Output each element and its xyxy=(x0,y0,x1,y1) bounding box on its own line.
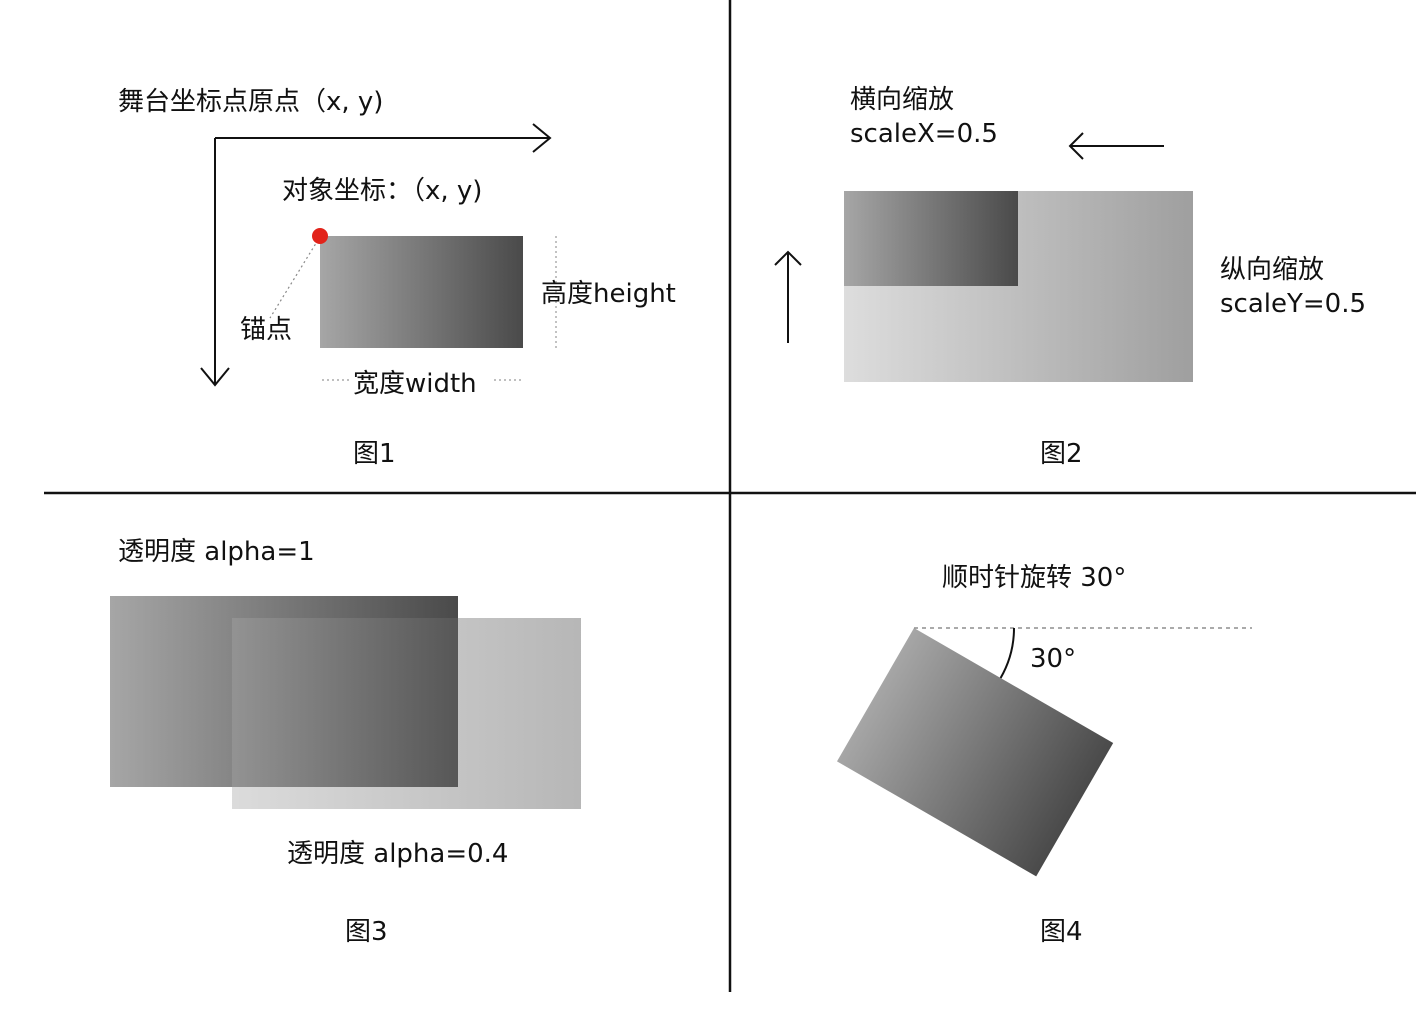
figure-1-caption: 图1 xyxy=(353,439,396,469)
rotation-label: 顺时针旋转 30° xyxy=(942,563,1126,593)
figure-4-caption: 图4 xyxy=(1040,917,1083,947)
figure-3: 透明度 alpha=1 透明度 alpha=0.4 图3 xyxy=(110,537,581,947)
scale-y-value: scaleY=0.5 xyxy=(1220,289,1366,319)
figure-3-caption: 图3 xyxy=(345,917,388,947)
figure-2-caption: 图2 xyxy=(1040,439,1083,469)
scaled-rect xyxy=(844,191,1018,286)
figure-1: 舞台坐标点原点（x, y) 对象坐标：（x, y) 锚点 高度height 宽度… xyxy=(118,87,676,469)
object-coord-label: 对象坐标：（x, y) xyxy=(282,176,482,206)
figure-4: 顺时针旋转 30° 30° 图4 xyxy=(837,563,1252,947)
angle-arc xyxy=(999,627,1015,679)
alpha-04-label: 透明度 alpha=0.4 xyxy=(287,839,508,869)
scale-x-value: scaleX=0.5 xyxy=(850,119,998,149)
stage-origin-label: 舞台坐标点原点（x, y) xyxy=(118,87,383,117)
anchor-label: 锚点 xyxy=(240,315,292,345)
translucent-rect xyxy=(232,618,581,809)
width-label: 宽度width xyxy=(353,369,477,399)
display-object-rect xyxy=(320,236,523,348)
diagram-canvas: 舞台坐标点原点（x, y) 对象坐标：（x, y) 锚点 高度height 宽度… xyxy=(44,0,1416,992)
scale-y-title: 纵向缩放 xyxy=(1220,255,1324,285)
anchor-point xyxy=(312,228,328,244)
anchor-leader-line xyxy=(269,239,319,319)
figure-2: 横向缩放 scaleX=0.5 纵向缩放 scaleY=0.5 图2 xyxy=(774,85,1366,469)
alpha-1-label: 透明度 alpha=1 xyxy=(118,537,315,567)
scale-x-title: 横向缩放 xyxy=(850,85,954,115)
height-label: 高度height xyxy=(541,279,676,309)
angle-label: 30° xyxy=(1030,644,1076,674)
